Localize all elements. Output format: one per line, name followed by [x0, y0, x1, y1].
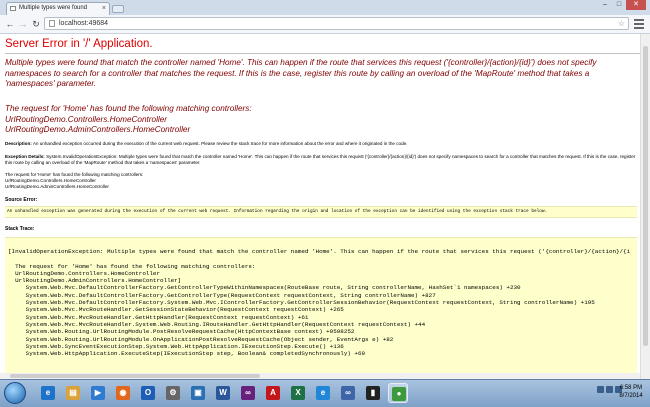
- taskbar-button[interactable]: W: [213, 383, 233, 403]
- description-block: Description: An unhandled exception occu…: [5, 141, 640, 147]
- maximize-button[interactable]: □: [612, 0, 626, 10]
- start-button[interactable]: [4, 382, 26, 404]
- vertical-scroll-thumb[interactable]: [643, 46, 648, 346]
- horizontal-scroll-thumb[interactable]: [10, 374, 260, 378]
- stack-trace-line: System.Web.Mvc.MvcRouteHandler.GetSessio…: [8, 306, 344, 314]
- controller-item: UrlRoutingDemo.AdminControllers.HomeCont…: [5, 125, 191, 134]
- heading-divider: [5, 53, 640, 54]
- taskbar-button[interactable]: ∞: [338, 383, 358, 403]
- clock-date: 8/7/2014: [619, 393, 643, 399]
- stack-trace-line: UrlRoutingDemo.Controllers.HomeControlle…: [8, 269, 161, 277]
- tray-flag-icon[interactable]: [597, 386, 604, 393]
- windows-taskbar: e ▤ ▶ ◉ O ⚙ ▣ W ∞ A Xe ∞ ▮ ● 6:58 PM 8/7/2014: [0, 379, 650, 407]
- ie-pinned-icon: e: [316, 386, 330, 400]
- outlook-icon: O: [141, 386, 155, 400]
- ie-icon: e: [41, 386, 55, 400]
- window-controls: – □ ✕: [598, 0, 646, 10]
- taskbar-button[interactable]: O: [138, 383, 158, 403]
- taskbar-button[interactable]: e: [313, 383, 333, 403]
- acrobat-icon: A: [266, 386, 280, 400]
- request-intro: The request for 'Home' has found the fol…: [5, 104, 252, 113]
- taskbar-button[interactable]: ▣: [188, 383, 208, 403]
- taskbar-button[interactable]: ◉: [113, 383, 133, 403]
- error-message: Multiple types were found that match the…: [5, 58, 597, 88]
- stack-trace-box: [InvalidOperationException: Multiple typ…: [5, 237, 637, 379]
- stack-trace-line: System.Web.Mvc.MvcRouteHandler.GetHttpHa…: [8, 313, 309, 321]
- reload-icon[interactable]: ↻: [30, 18, 42, 30]
- taskbar-button[interactable]: ⚙: [163, 383, 183, 403]
- matching-controllers-block: The request for 'Home' has found the fol…: [5, 104, 640, 136]
- explorer-icon: ▤: [66, 386, 80, 400]
- browser-tab-bar: Multiple types were found × – □ ✕: [0, 0, 650, 15]
- page-title: Server Error in '/' Application.: [5, 38, 153, 50]
- exception-text: System.InvalidOperationException: Multip…: [5, 154, 636, 165]
- forward-arrow-icon[interactable]: →: [17, 18, 29, 30]
- page-icon: [49, 20, 55, 27]
- terminal-icon: ▮: [366, 386, 380, 400]
- chrome-icon: ●: [392, 387, 406, 401]
- stack-trace-line: [8, 255, 637, 262]
- address-bar[interactable]: localhost:49684 ☆: [44, 17, 629, 30]
- taskbar-button[interactable]: A: [263, 383, 283, 403]
- tab-title: Multiple types were found: [19, 5, 88, 11]
- tab-close-icon[interactable]: ×: [102, 3, 106, 14]
- stack-trace-line: System.Web.Routing.UrlRoutingModule.OnAp…: [8, 335, 394, 343]
- taskbar-button[interactable]: ▶: [88, 383, 108, 403]
- stack-trace-label: Stack Trace:: [5, 226, 35, 232]
- firefox-icon: ◉: [116, 386, 130, 400]
- page-favicon-icon: [10, 6, 16, 11]
- exception-label: Exception Details:: [5, 154, 45, 159]
- taskbar-button[interactable]: ▮: [363, 383, 383, 403]
- stack-trace-line: [InvalidOperationException: Multiple typ…: [8, 248, 631, 255]
- stack-trace-line: System.Web.SyncEventExecutionStep.System…: [8, 342, 344, 350]
- settings-icon: ⚙: [166, 386, 180, 400]
- link-icon: ∞: [341, 386, 355, 400]
- exception-details-block: Exception Details: System.InvalidOperati…: [5, 154, 640, 166]
- back-arrow-icon[interactable]: ←: [4, 18, 16, 30]
- stack-trace-line: System.Web.Mvc.DefaultControllerFactory.…: [8, 299, 595, 307]
- description-text: An unhandled exception occurred during t…: [32, 141, 408, 146]
- taskbar-button[interactable]: e: [38, 383, 58, 403]
- controller-item: UrlRoutingDemo.Controllers.HomeControlle…: [5, 114, 167, 124]
- source-error-label: Source Error:: [5, 197, 38, 203]
- source-error-box: An unhandled exception was generated dur…: [5, 206, 637, 218]
- browser-tab[interactable]: Multiple types were found ×: [6, 2, 110, 15]
- url-text: localhost:49684: [59, 20, 109, 27]
- remote-desktop-icon: ▣: [191, 386, 205, 400]
- minimize-button[interactable]: –: [598, 0, 612, 10]
- description-label: Description:: [5, 141, 32, 146]
- stack-trace-line: System.Web.Routing.UrlRoutingModule.Post…: [8, 328, 355, 336]
- taskbar-button[interactable]: ●: [388, 383, 408, 403]
- browser-menu-icon[interactable]: [634, 18, 644, 29]
- page-content: Server Error in '/' Application. Multipl…: [0, 34, 640, 379]
- tray-network-icon[interactable]: [606, 386, 613, 393]
- stack-trace-line: System.Web.Mvc.MvcRouteHandler.System.We…: [8, 320, 426, 328]
- browser-toolbar: ← → ↻ localhost:49684 ☆: [0, 15, 650, 34]
- word-icon: W: [216, 386, 230, 400]
- bookmark-star-icon[interactable]: ☆: [618, 18, 625, 29]
- stack-trace-line: System.Web.Mvc.DefaultControllerFactory.…: [8, 284, 521, 292]
- small-controller-item: UrlRoutingDemo.AdminControllers.HomeCont…: [5, 184, 109, 189]
- small-controllers-block: The request for 'Home' has found the fol…: [5, 172, 640, 190]
- new-tab-button[interactable]: [112, 5, 124, 13]
- clock-time: 6:58 PM: [619, 385, 643, 391]
- taskbar-button[interactable]: X: [288, 383, 308, 403]
- taskbar-clock[interactable]: 6:58 PM 8/7/2014: [618, 384, 644, 400]
- close-window-button[interactable]: ✕: [626, 0, 646, 10]
- media-player-icon: ▶: [91, 386, 105, 400]
- vertical-scrollbar[interactable]: [640, 34, 650, 379]
- stack-trace-line: The request for 'Home' has found the fol…: [8, 262, 256, 270]
- taskbar-button[interactable]: ∞: [238, 383, 258, 403]
- taskbar-button[interactable]: ▤: [63, 383, 83, 403]
- stack-trace-line: System.Web.HttpApplication.ExecuteStep(I…: [8, 350, 366, 358]
- visual-studio-icon: ∞: [241, 386, 255, 400]
- excel-icon: X: [291, 386, 305, 400]
- stack-trace-line: UrlRoutingDemo.AdminControllers.HomeCont…: [8, 277, 182, 285]
- stack-trace-line: System.Web.Mvc.DefaultControllerFactory.…: [8, 291, 436, 299]
